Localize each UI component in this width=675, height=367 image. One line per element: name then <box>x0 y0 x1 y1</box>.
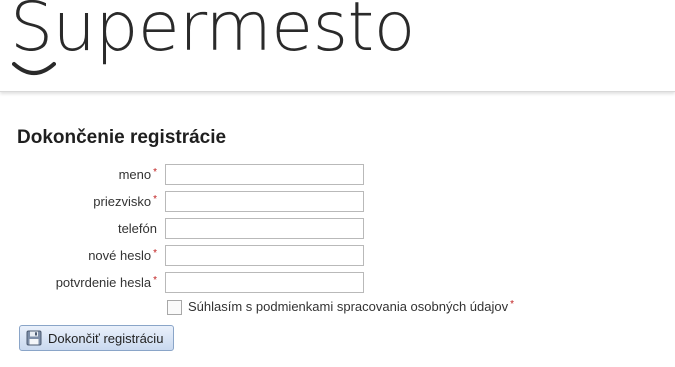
site-logo[interactable]: Supermesto <box>10 0 415 62</box>
required-marker: * <box>153 248 157 259</box>
new-password-input[interactable] <box>165 245 364 266</box>
field-row-phone: telefón <box>0 218 675 242</box>
first-name-input[interactable] <box>165 164 364 185</box>
site-header: Supermesto <box>0 0 675 92</box>
submit-button-label: Dokončiť registráciu <box>48 330 164 346</box>
field-row-confirm-password: potvrdenie hesla * <box>0 272 675 296</box>
required-marker: * <box>153 194 157 205</box>
last-name-input[interactable] <box>165 191 364 212</box>
required-marker: * <box>510 299 515 310</box>
new-password-label: nové heslo * <box>88 248 157 263</box>
phone-label: telefón <box>117 221 157 236</box>
complete-registration-button[interactable]: Dokončiť registráciu <box>19 325 174 351</box>
consent-checkbox[interactable] <box>167 300 182 315</box>
field-row-last-name: priezvisko * <box>0 191 675 215</box>
last-name-label: priezvisko * <box>93 194 157 209</box>
page-title: Dokončenie registrácie <box>17 127 227 148</box>
required-marker: * <box>153 275 157 286</box>
logo-smile-arc <box>12 62 56 75</box>
field-row-new-password: nové heslo * <box>0 245 675 269</box>
confirm-password-input[interactable] <box>165 272 364 293</box>
required-marker: * <box>153 167 157 178</box>
floppy-disk-icon <box>26 330 42 346</box>
field-row-first-name: meno * <box>0 164 675 188</box>
confirm-password-label: potvrdenie hesla * <box>55 275 157 290</box>
consent-label[interactable]: Súhlasím s podmienkami spracovania osobn… <box>188 299 514 314</box>
first-name-label: meno * <box>118 167 157 182</box>
phone-input[interactable] <box>165 218 364 239</box>
